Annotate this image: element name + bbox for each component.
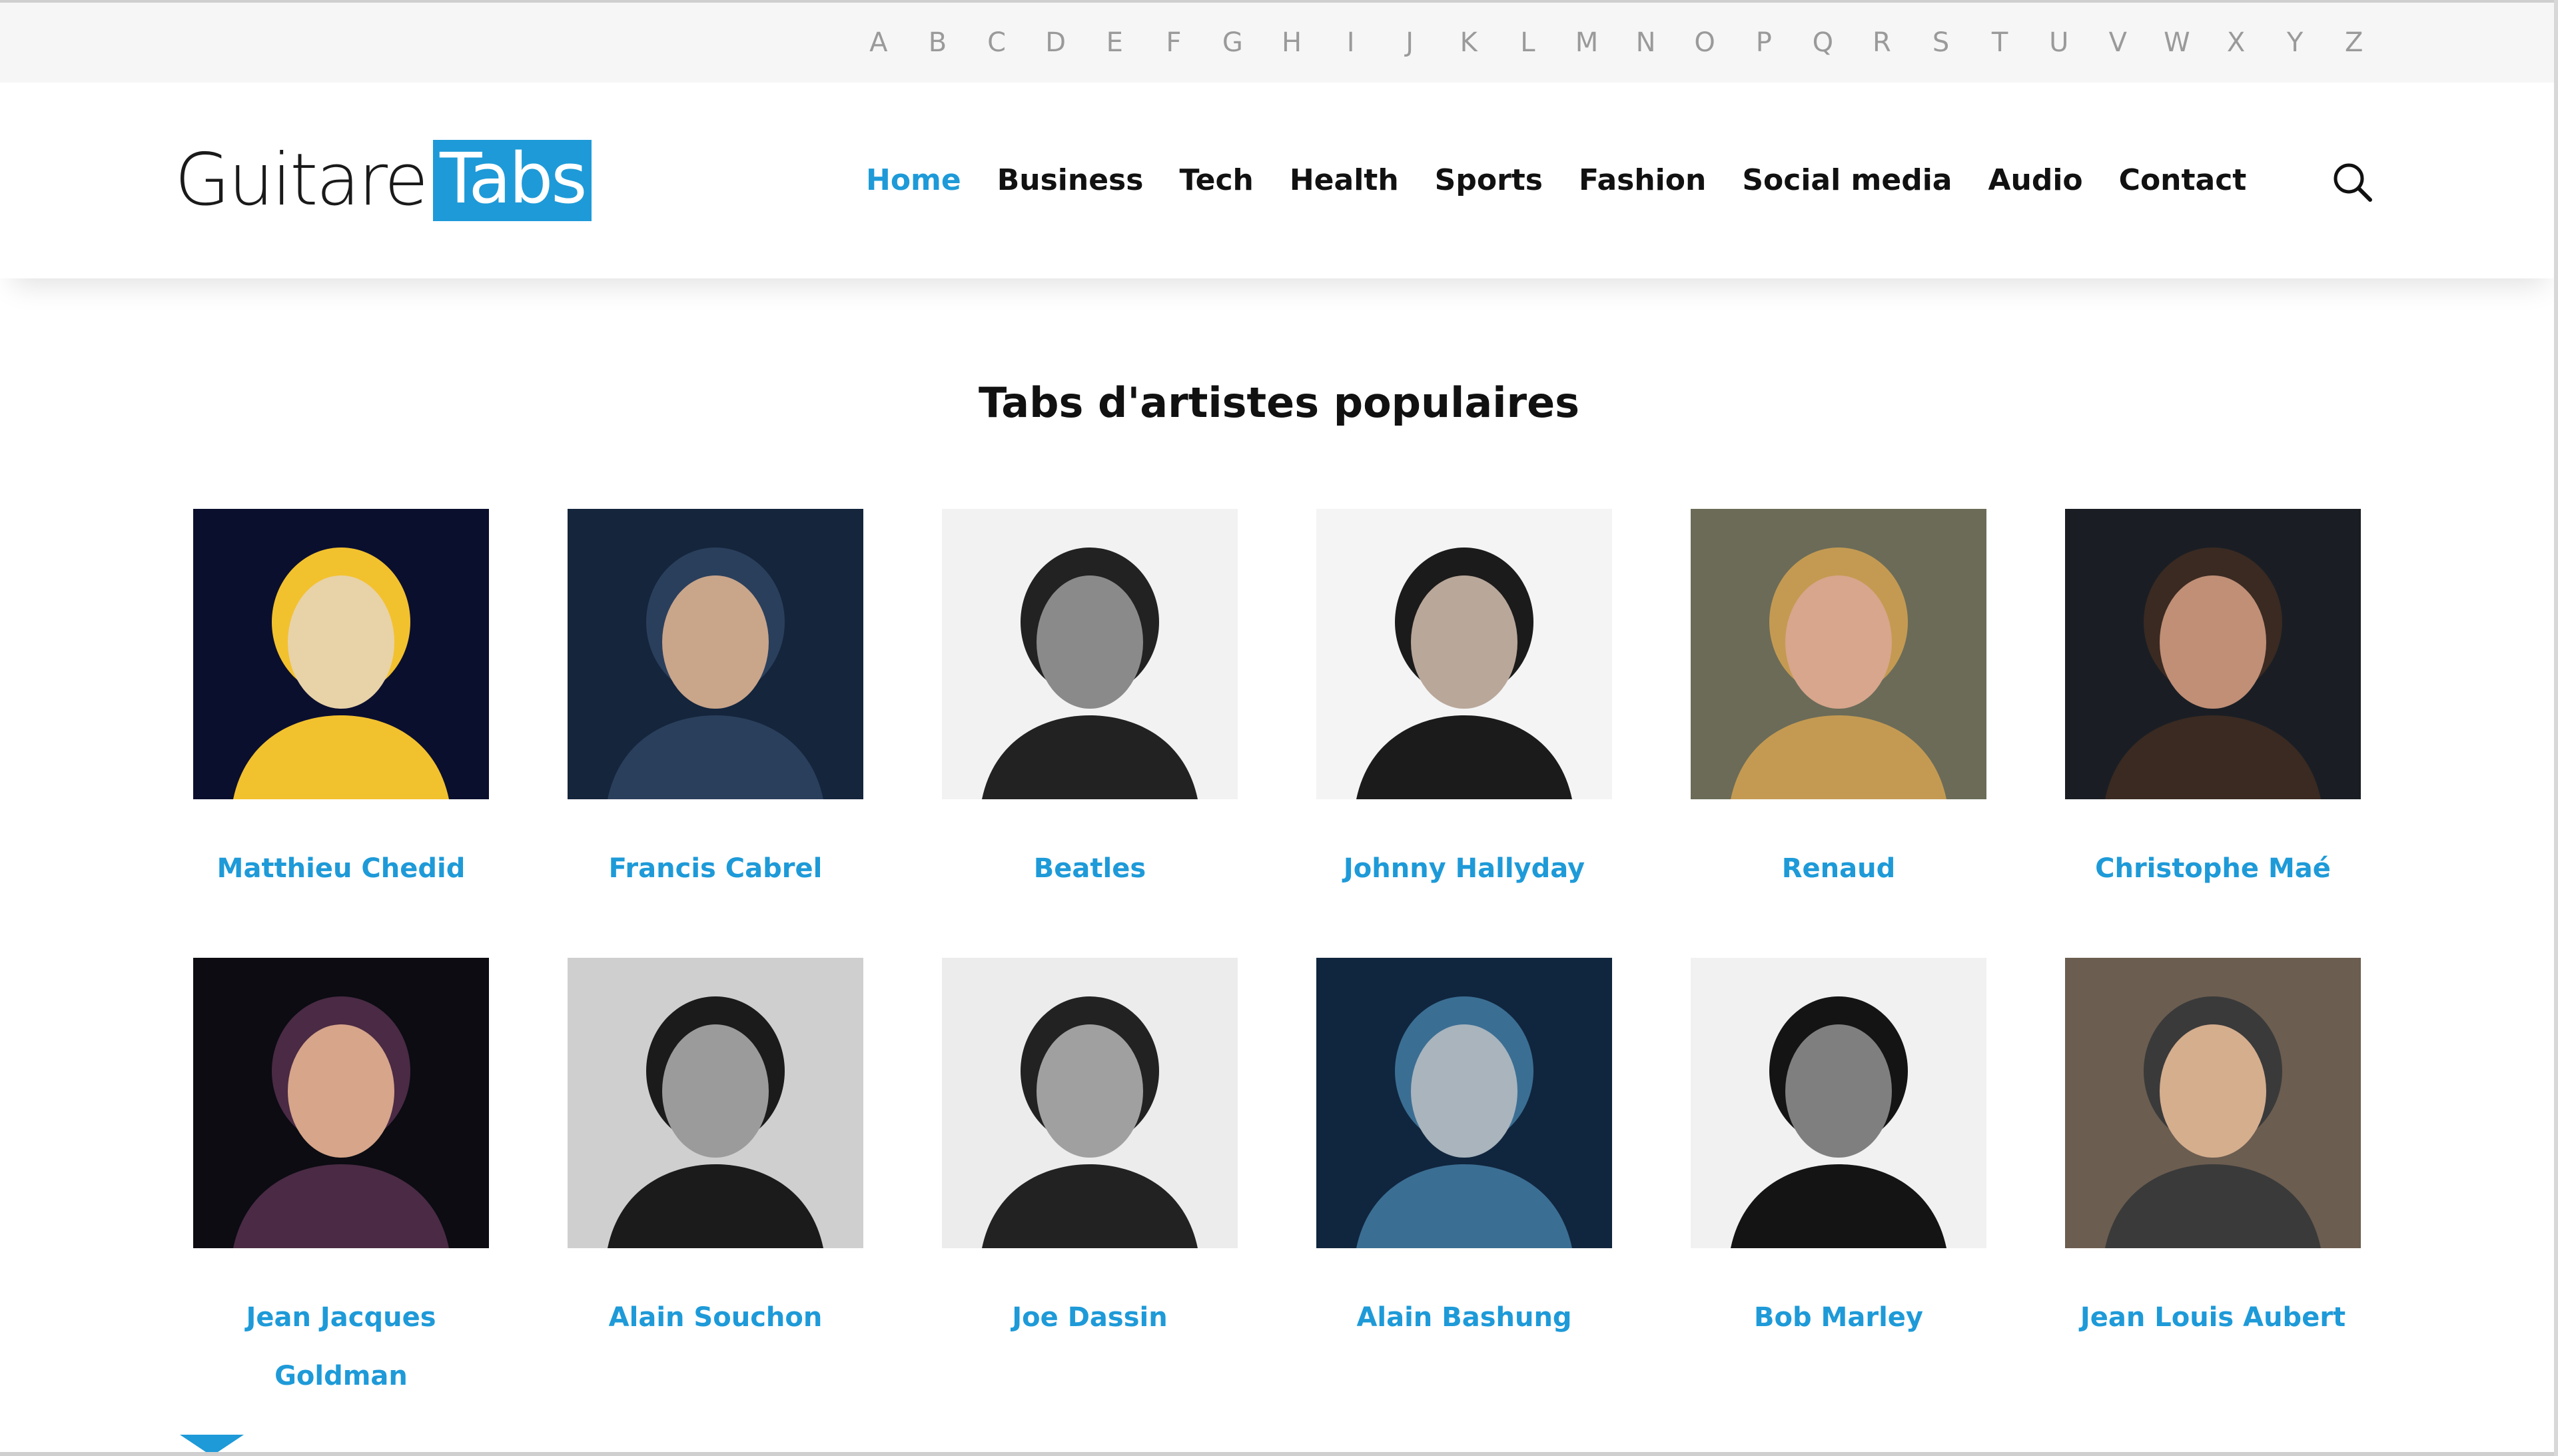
alphabet-letter-g[interactable]: G [1203,27,1262,58]
page-title: Tabs d'artistes populaires [978,378,1580,427]
artist-photo[interactable] [942,509,1238,799]
artist-photo[interactable] [1691,509,1986,799]
nav-item-audio[interactable]: Audio [1988,163,2082,197]
alphabet-letter-p[interactable]: P [1734,27,1793,58]
alphabet-letter-u[interactable]: U [2029,27,2088,58]
alphabet-letter-c[interactable]: C [967,27,1027,58]
window-right-border [2554,0,2558,1456]
nav-item-contact[interactable]: Contact [2119,163,2247,197]
alphabet-letter-q[interactable]: Q [1793,27,1853,58]
artist-photo-image [942,509,1238,799]
artist-card[interactable]: Renaud [1691,509,1986,898]
nav-item-health[interactable]: Health [1290,163,1399,197]
alphabet-letter-t[interactable]: T [1970,27,2030,58]
alphabet-letter-i[interactable]: I [1321,27,1380,58]
alphabet-bar: ABCDEFGHIJKLMNOPQRSTUVWXYZ [0,0,2558,83]
site-header: Guitare Tabs Home Business Tech Health Sport… [0,83,2558,278]
alphabet-letter-f[interactable]: F [1144,27,1204,58]
artist-photo[interactable] [942,958,1238,1248]
alphabet-letter-d[interactable]: D [1026,27,1085,58]
artist-card[interactable]: Bob Marley [1691,958,1986,1347]
artist-name-link[interactable]: Francis Cabrel [568,839,863,898]
nav-item-business[interactable]: Business [997,163,1144,197]
artist-name-link[interactable]: Beatles [942,839,1238,898]
search-button[interactable] [2330,160,2374,204]
artist-name-link[interactable]: Johnny Hallyday [1316,839,1612,898]
main-nav: Home Business Tech Health Sports Fashion Socia… [866,156,2282,204]
artist-photo[interactable] [1316,958,1612,1248]
artist-card[interactable]: Alain Bashung [1316,958,1612,1347]
window-bottom-border [0,1452,2558,1456]
artist-photo-image [568,958,863,1248]
artist-card[interactable]: Jean Jacques Goldman [193,958,489,1405]
artist-photo-image [1316,509,1612,799]
site-logo[interactable]: Guitare Tabs [175,139,592,222]
artist-photo[interactable] [568,509,863,799]
artist-photo-image [942,958,1238,1248]
artist-photo-image [1316,958,1612,1248]
artist-photo-image [1691,509,1986,799]
artist-photo-image [193,958,489,1248]
artist-name-link[interactable]: Joe Dassin [942,1288,1238,1347]
alphabet-letter-n[interactable]: N [1616,27,1675,58]
logo-text-tabs: Tabs [433,140,592,221]
artist-card[interactable]: Jean Louis Aubert [2065,958,2361,1347]
alphabet-letter-l[interactable]: L [1498,27,1557,58]
artist-photo[interactable] [1316,509,1612,799]
artist-name-link[interactable]: Alain Bashung [1316,1288,1612,1347]
artist-card[interactable]: Johnny Hallyday [1316,509,1612,898]
alphabet-letter-m[interactable]: M [1557,27,1617,58]
alphabet-letter-e[interactable]: E [1085,27,1144,58]
artist-name-link[interactable]: Bob Marley [1691,1288,1986,1347]
artist-card[interactable]: Alain Souchon [568,958,863,1347]
alphabet-letter-v[interactable]: V [2088,27,2148,58]
alphabet-letter-k[interactable]: K [1440,27,1499,58]
artist-name-link[interactable]: Jean Louis Aubert [2065,1288,2361,1347]
artist-photo[interactable] [568,958,863,1248]
artist-photo-image [2065,958,2361,1248]
alphabet-letter-j[interactable]: J [1380,27,1440,58]
alphabet-letter-w[interactable]: W [2148,27,2207,58]
alphabet-letter-a[interactable]: A [849,27,909,58]
artist-name-link[interactable]: Renaud [1691,839,1986,898]
nav-item-tech[interactable]: Tech [1179,163,1253,197]
alphabet-letter-b[interactable]: B [908,27,967,58]
artist-photo[interactable] [1691,958,1986,1248]
artist-name-link[interactable]: Christophe Maé [2065,839,2361,898]
alphabet-letter-z[interactable]: Z [2324,27,2383,58]
artist-photo-image [193,509,489,799]
artist-name-link[interactable]: Matthieu Chedid [193,839,489,898]
artist-card[interactable]: Matthieu Chedid [193,509,489,898]
nav-item-home[interactable]: Home [866,163,961,197]
artist-photo[interactable] [2065,958,2361,1248]
nav-item-sports[interactable]: Sports [1435,163,1543,197]
artist-photo[interactable] [193,958,489,1248]
artist-name-link[interactable]: Jean Jacques Goldman [193,1288,489,1405]
alphabet-letter-o[interactable]: O [1675,27,1735,58]
artist-card[interactable]: Joe Dassin [942,958,1238,1347]
artist-photo-image [568,509,863,799]
artist-photo[interactable] [2065,509,2361,799]
artist-photo-image [1691,958,1986,1248]
alphabet-letter-r[interactable]: R [1853,27,1912,58]
artist-name-link[interactable]: Alain Souchon [568,1288,863,1347]
alphabet-letter-y[interactable]: Y [2266,27,2325,58]
logo-text-guitare: Guitare [175,139,428,222]
nav-item-fashion[interactable]: Fashion [1579,163,1706,197]
nav-item-social-media[interactable]: Social media [1742,163,1952,197]
artist-photo-image [2065,509,2361,799]
artist-card[interactable]: Beatles [942,509,1238,898]
alphabet-letter-h[interactable]: H [1262,27,1322,58]
artist-card[interactable]: Francis Cabrel [568,509,863,898]
alphabet-letter-s[interactable]: S [1911,27,1970,58]
artist-photo[interactable] [193,509,489,799]
alphabet-list: ABCDEFGHIJKLMNOPQRSTUVWXYZ [849,3,2383,83]
alphabet-letter-x[interactable]: X [2206,27,2266,58]
artist-card[interactable]: Christophe Maé [2065,509,2361,898]
search-icon [2334,163,2372,202]
